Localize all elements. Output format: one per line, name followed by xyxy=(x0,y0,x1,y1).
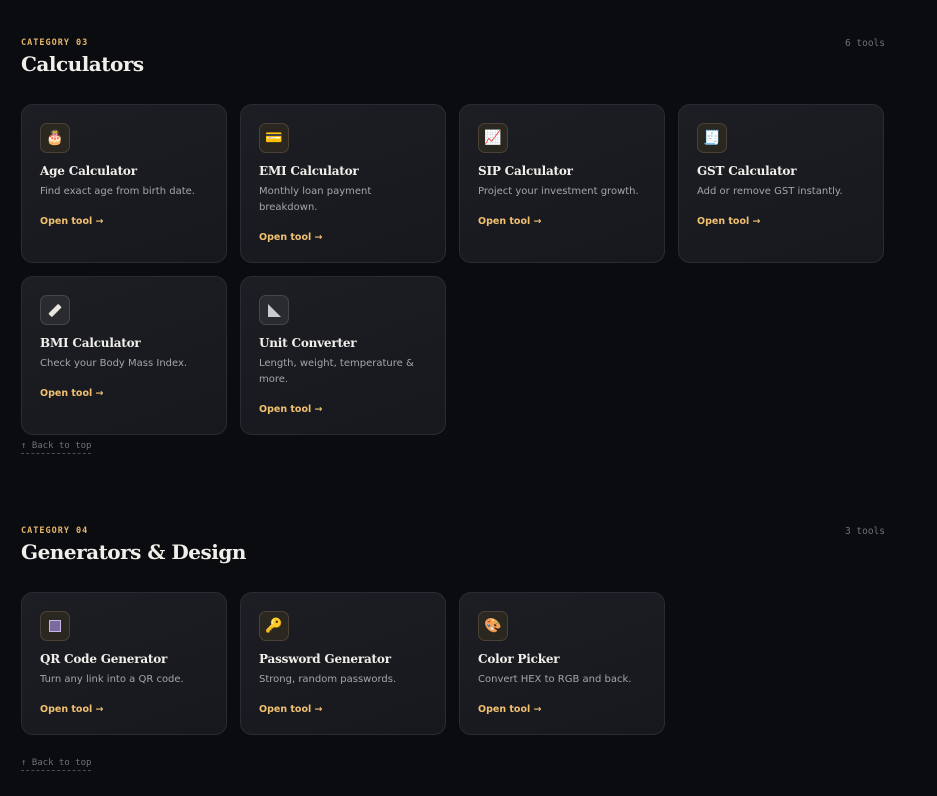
card-age-calculator[interactable]: 🎂 Age Calculator Find exact age from bir… xyxy=(21,104,227,263)
open-tool-link[interactable]: Open tool → xyxy=(259,404,323,415)
open-tool-link[interactable]: Open tool → xyxy=(40,704,104,715)
open-tool-link[interactable]: Open tool → xyxy=(40,216,104,227)
palette-icon: 🎨 xyxy=(478,611,508,641)
category-label: CATEGORY 03 xyxy=(21,38,89,48)
section-title: Generators & Design xyxy=(21,540,246,564)
card-title: Age Calculator xyxy=(40,164,137,178)
chart-up-icon: 📈 xyxy=(478,123,508,153)
birthday-cake-icon: 🎂 xyxy=(40,123,70,153)
card-description: Convert HEX to RGB and back. xyxy=(478,674,632,685)
section-calculators: CATEGORY 03 6 tools Calculators 🎂 Age Ca… xyxy=(21,38,885,435)
card-description: Find exact age from birth date. xyxy=(40,186,195,197)
card-title: GST Calculator xyxy=(697,164,797,178)
tool-grid: QR Code Generator Turn any link into a Q… xyxy=(21,592,885,735)
section-header: CATEGORY 03 6 tools Calculators xyxy=(21,38,885,104)
card-title: Color Picker xyxy=(478,652,560,666)
tool-grid: 🎂 Age Calculator Find exact age from bir… xyxy=(21,104,885,435)
category-label: CATEGORY 04 xyxy=(21,526,89,536)
open-tool-link[interactable]: Open tool → xyxy=(478,216,542,227)
credit-card-icon: 💳 xyxy=(259,123,289,153)
card-title: SIP Calculator xyxy=(478,164,573,178)
card-title: EMI Calculator xyxy=(259,164,359,178)
card-qr-code-generator[interactable]: QR Code Generator Turn any link into a Q… xyxy=(21,592,227,735)
card-description: Add or remove GST instantly. xyxy=(697,186,843,197)
card-emi-calculator[interactable]: 💳 EMI Calculator Monthly loan payment br… xyxy=(240,104,446,263)
section-title: Calculators xyxy=(21,52,144,76)
card-description: Project your investment growth. xyxy=(478,186,639,197)
tool-count: 6 tools xyxy=(844,38,885,49)
triangle-ruler-icon xyxy=(259,295,289,325)
card-title: Password Generator xyxy=(259,652,391,666)
card-title: BMI Calculator xyxy=(40,336,141,350)
card-sip-calculator[interactable]: 📈 SIP Calculator Project your investment… xyxy=(459,104,665,263)
key-icon: 🔑 xyxy=(259,611,289,641)
receipt-icon: 🧾 xyxy=(697,123,727,153)
tool-count: 3 tools xyxy=(844,526,885,537)
card-gst-calculator[interactable]: 🧾 GST Calculator Add or remove GST insta… xyxy=(678,104,884,263)
open-tool-link[interactable]: Open tool → xyxy=(259,232,323,243)
back-to-top-link[interactable]: ↑ Back to top xyxy=(21,758,92,771)
section-header: CATEGORY 04 3 tools Generators & Design xyxy=(21,526,885,592)
qr-code-icon xyxy=(40,611,70,641)
open-tool-link[interactable]: Open tool → xyxy=(40,388,104,399)
card-title: QR Code Generator xyxy=(40,652,168,666)
card-description: Length, weight, temperature & more. xyxy=(259,358,414,385)
card-description: Turn any link into a QR code. xyxy=(40,674,184,685)
card-color-picker[interactable]: 🎨 Color Picker Convert HEX to RGB and ba… xyxy=(459,592,665,735)
card-unit-converter[interactable]: Unit Converter Length, weight, temperatu… xyxy=(240,276,446,435)
card-description: Check your Body Mass Index. xyxy=(40,358,188,369)
card-description: Strong, random passwords. xyxy=(259,674,397,685)
section-generators-design: CATEGORY 04 3 tools Generators & Design … xyxy=(21,526,885,735)
open-tool-link[interactable]: Open tool → xyxy=(259,704,323,715)
card-bmi-calculator[interactable]: BMI Calculator Check your Body Mass Inde… xyxy=(21,276,227,435)
open-tool-link[interactable]: Open tool → xyxy=(697,216,761,227)
card-description: Monthly loan payment breakdown. xyxy=(259,186,372,213)
back-to-top-link[interactable]: ↑ Back to top xyxy=(21,441,92,454)
card-password-generator[interactable]: 🔑 Password Generator Strong, random pass… xyxy=(240,592,446,735)
card-title: Unit Converter xyxy=(259,336,357,350)
ruler-icon xyxy=(40,295,70,325)
open-tool-link[interactable]: Open tool → xyxy=(478,704,542,715)
